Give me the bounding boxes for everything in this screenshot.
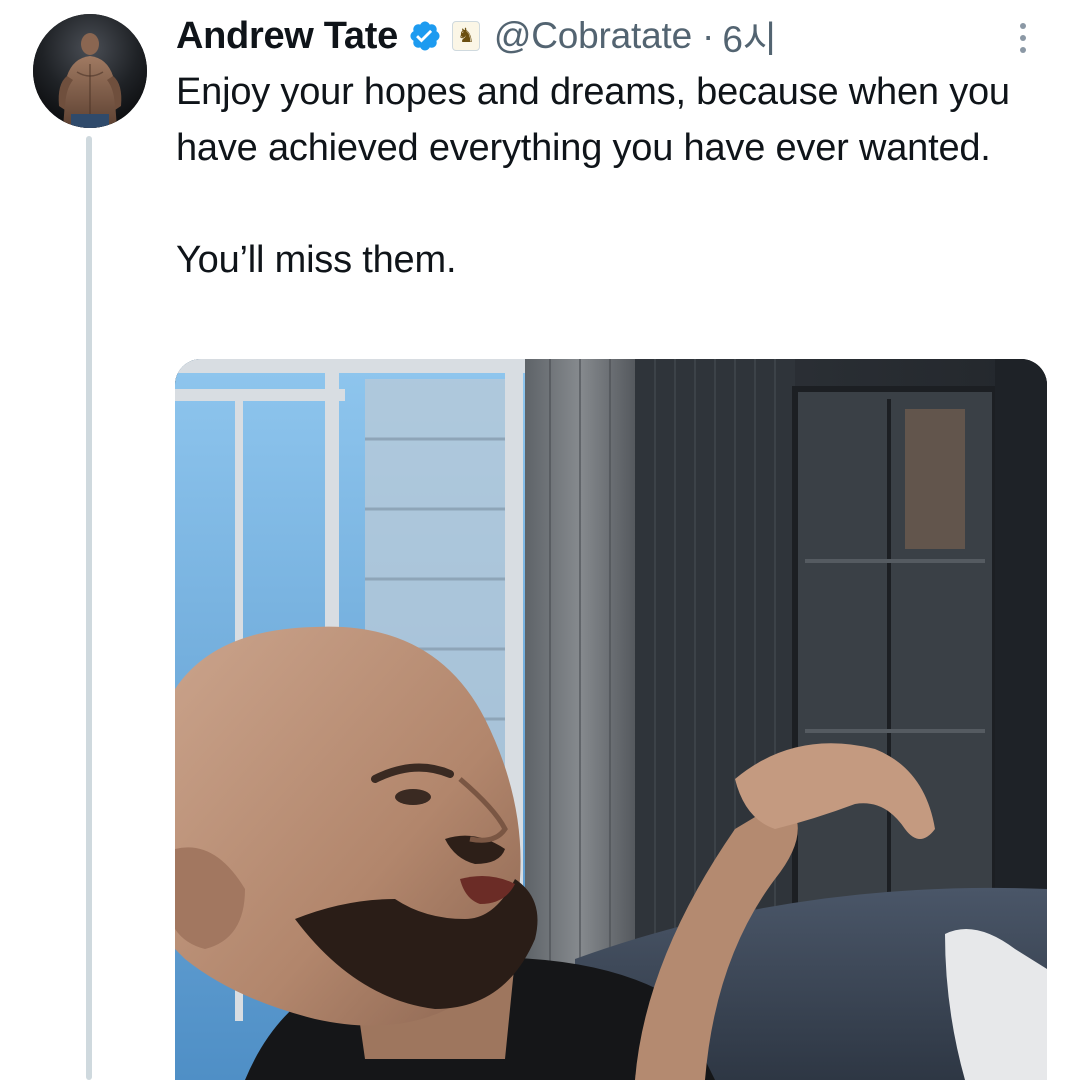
author-display-name[interactable]: Andrew Tate bbox=[176, 15, 398, 58]
avatar-photo bbox=[33, 14, 147, 128]
tweet-text-paragraph-2: You’ll miss them. bbox=[176, 239, 457, 281]
more-options-icon[interactable] bbox=[1008, 16, 1038, 60]
video-still-image bbox=[175, 359, 1047, 1080]
author-avatar[interactable] bbox=[33, 14, 147, 128]
chess-knight-badge-icon[interactable]: ♞ bbox=[451, 21, 480, 51]
separator-dot: · bbox=[701, 15, 715, 56]
tweet-header: Andrew Tate ♞ @Cobratate · 6시 bbox=[176, 9, 777, 63]
verified-badge-icon[interactable] bbox=[408, 19, 442, 53]
thread-connector-line bbox=[86, 136, 92, 1080]
tweet[interactable]: Andrew Tate ♞ @Cobratate · 6시 Enjoy your… bbox=[0, 0, 1080, 1080]
tweet-text-paragraph-1: Enjoy your hopes and dreams, because whe… bbox=[176, 71, 1010, 169]
tweet-text: Enjoy your hopes and dreams, because whe… bbox=[176, 64, 1056, 288]
author-handle[interactable]: @Cobratate bbox=[494, 15, 692, 57]
tweet-timestamp[interactable]: 6시 bbox=[722, 9, 777, 63]
tweet-media-video[interactable] bbox=[175, 359, 1047, 1080]
